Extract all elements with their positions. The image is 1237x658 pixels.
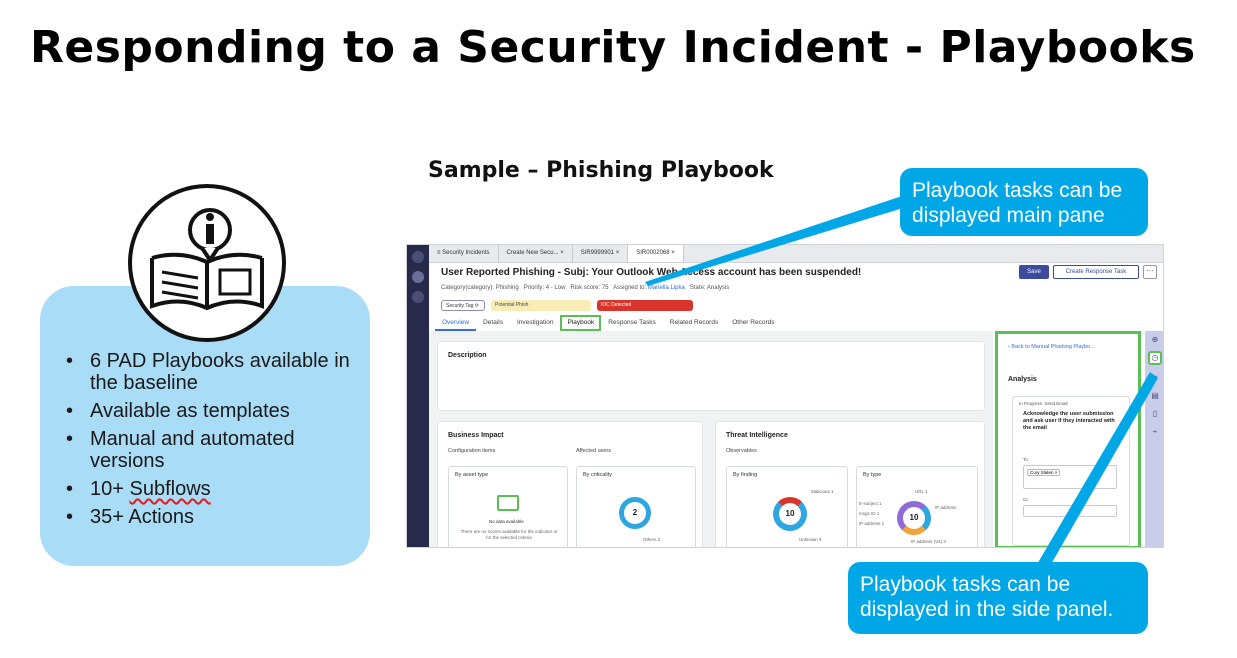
tab-sir9999901[interactable]: SIR9999901 × xyxy=(573,245,629,262)
record-subtabs: Overview Details Investigation Playbook … xyxy=(435,315,782,331)
type-donut: 10 xyxy=(897,501,931,535)
spellcheck-underline: Subflows xyxy=(129,478,211,500)
nav-rail xyxy=(407,245,429,547)
threat-intelligence-panel: Threat Intelligence Observables By findi… xyxy=(715,421,985,547)
subtab-overview[interactable]: Overview xyxy=(435,315,477,331)
back-to-playbook-link[interactable]: ‹ Back to Manual Phishing Playbo... xyxy=(1008,344,1095,350)
business-impact-title: Business Impact xyxy=(448,432,504,439)
side-section-title: Analysis xyxy=(1008,376,1037,383)
ioc-detected-tag[interactable]: IOC Detected xyxy=(597,300,693,311)
slide-title: Responding to a Security Incident - Play… xyxy=(30,22,1196,73)
cc-label: Cc xyxy=(1023,497,1029,502)
card-title: By asset type xyxy=(455,472,489,478)
no-data-label: No data available xyxy=(489,519,524,524)
to-field[interactable]: Cory Slaten × xyxy=(1023,465,1117,489)
feature-item-subflows: 10+ Subflows xyxy=(90,478,211,500)
finding-malicious: Malicious 1 xyxy=(811,489,834,494)
meta-category: Category(category): Phishing xyxy=(441,285,519,291)
meta-priority: Priority: xyxy=(523,285,545,291)
type-ipv4: IP address (V4) 3 xyxy=(911,539,946,544)
side-icon-strip: ⊕ ◷ ▾ ▤ ▯ ⌁ xyxy=(1145,331,1163,547)
security-tag[interactable]: Security Tag ⟳ xyxy=(441,300,485,311)
app-screenshot: ≡ Security Incidents Create New Secu... … xyxy=(406,244,1164,548)
playbook-side-panel: ‹ Back to Manual Phishing Playbo... Anal… xyxy=(995,331,1141,547)
potential-phish-tag[interactable]: Potential Phish xyxy=(491,300,591,311)
task-status: In Progress Send Email xyxy=(1019,401,1068,406)
feature-item: 10+ Subflows xyxy=(64,478,364,500)
feature-item: 6 PAD Playbooks available in the baselin… xyxy=(64,350,364,394)
meta-assigned: Assigned to: xyxy=(613,285,647,291)
meta-state: State: Analysis xyxy=(689,285,730,291)
list-icon[interactable]: ▤ xyxy=(1149,391,1161,401)
type-ipaddr: IP address 1 xyxy=(859,521,885,526)
meta-risk: Risk score: 75 xyxy=(570,285,609,291)
tab-security-incidents[interactable]: ≡ Security Incidents xyxy=(429,245,499,262)
feature-item: Manual and automated versions xyxy=(64,428,364,472)
by-type-card[interactable]: By type 10 URL 1 IP address E-subject 1 … xyxy=(856,466,978,547)
subtab-details[interactable]: Details xyxy=(476,315,510,331)
to-label: To xyxy=(1023,457,1028,462)
record-title: User Reported Phishing - Subj: Your Outl… xyxy=(441,267,862,278)
task-description: Acknowledge the user submission and ask … xyxy=(1023,411,1115,431)
business-impact-panel: Business Impact Configuration items Affe… xyxy=(437,421,703,547)
dashboard-icon[interactable] xyxy=(412,291,424,303)
record-meta: Category(category): Phishing Priority: 4… xyxy=(441,285,729,291)
no-data-sub: There are no scores available for the in… xyxy=(460,529,558,540)
menu-icon[interactable] xyxy=(412,271,424,283)
observables-label: Observables xyxy=(726,448,757,454)
cc-field[interactable] xyxy=(1023,505,1117,517)
meta-assigned-value[interactable]: Mariella Lipka xyxy=(648,285,685,291)
description-title: Description xyxy=(448,352,487,359)
type-email-subject: E-subject 1 xyxy=(859,501,882,506)
more-actions-button[interactable]: ⋯ xyxy=(1143,265,1157,279)
subtab-investigation[interactable]: Investigation xyxy=(510,315,561,331)
playbook-icon[interactable]: ◷ xyxy=(1148,351,1162,365)
create-response-task-button[interactable]: Create Response Task xyxy=(1053,265,1139,279)
feature-list: 6 PAD Playbooks available in the baselin… xyxy=(64,350,364,534)
finding-unknown: Unknown 9 xyxy=(799,537,822,542)
document-icon[interactable]: ▯ xyxy=(1149,409,1161,419)
by-finding-card[interactable]: By finding 10 Malicious 1 Unknown 9 xyxy=(726,466,848,547)
link-icon[interactable]: ⌁ xyxy=(1149,427,1161,437)
tab-create-new[interactable]: Create New Secu... × xyxy=(499,245,573,262)
type-url: URL 1 xyxy=(915,489,928,494)
type-ip: IP address xyxy=(935,505,957,510)
record-tabbar: ≡ Security Incidents Create New Secu... … xyxy=(429,245,1163,263)
card-title: By criticality xyxy=(583,472,613,478)
sample-title: Sample – Phishing Playbook xyxy=(428,158,774,183)
card-title: By finding xyxy=(733,472,758,478)
configuration-items-label: Configuration items xyxy=(448,448,496,454)
book-info-icon xyxy=(150,208,264,311)
subtab-response-tasks[interactable]: Response Tasks xyxy=(601,315,663,331)
playbook-info-icon xyxy=(128,184,286,342)
globe-icon[interactable]: ⊕ xyxy=(1149,335,1161,345)
subtab-playbook[interactable]: Playbook xyxy=(560,315,602,331)
criticality-donut: 2 xyxy=(619,497,651,529)
recipient-chip[interactable]: Cory Slaten × xyxy=(1027,469,1061,476)
criticality-others: Others 2 xyxy=(643,537,661,542)
tab-sir0002068[interactable]: SIR0002068 × xyxy=(628,245,684,262)
main-pane-callout: Playbook tasks can be displayed main pan… xyxy=(900,168,1148,236)
chat-icon[interactable]: ▾ xyxy=(1149,373,1161,383)
meta-priority-value: 4 - Low xyxy=(545,285,566,291)
by-asset-type-card[interactable]: By asset type No data available There ar… xyxy=(448,466,568,547)
affected-users-label: Affected users xyxy=(576,448,612,454)
card-title: By type xyxy=(863,472,882,478)
feature-item: 35+ Actions xyxy=(64,506,364,528)
side-panel-callout: Playbook tasks can be displayed in the s… xyxy=(848,562,1148,634)
main-pane: Description Business Impact Configuratio… xyxy=(429,331,993,547)
subtab-related-records[interactable]: Related Records xyxy=(663,315,725,331)
subtab-other-records[interactable]: Other Records xyxy=(725,315,781,331)
finding-donut: 10 xyxy=(773,497,807,531)
home-icon[interactable] xyxy=(412,251,424,263)
no-data-icon xyxy=(497,495,519,511)
threat-intelligence-title: Threat Intelligence xyxy=(726,432,788,439)
type-msgid: msgs ID 1 xyxy=(859,511,880,516)
save-button[interactable]: Save xyxy=(1019,265,1049,279)
description-panel: Description xyxy=(437,341,985,411)
by-criticality-card[interactable]: By criticality 2 Others 2 xyxy=(576,466,696,547)
feature-item: Available as templates xyxy=(64,400,364,422)
playbook-task-card[interactable]: In Progress Send Email Acknowledge the u… xyxy=(1012,396,1130,546)
